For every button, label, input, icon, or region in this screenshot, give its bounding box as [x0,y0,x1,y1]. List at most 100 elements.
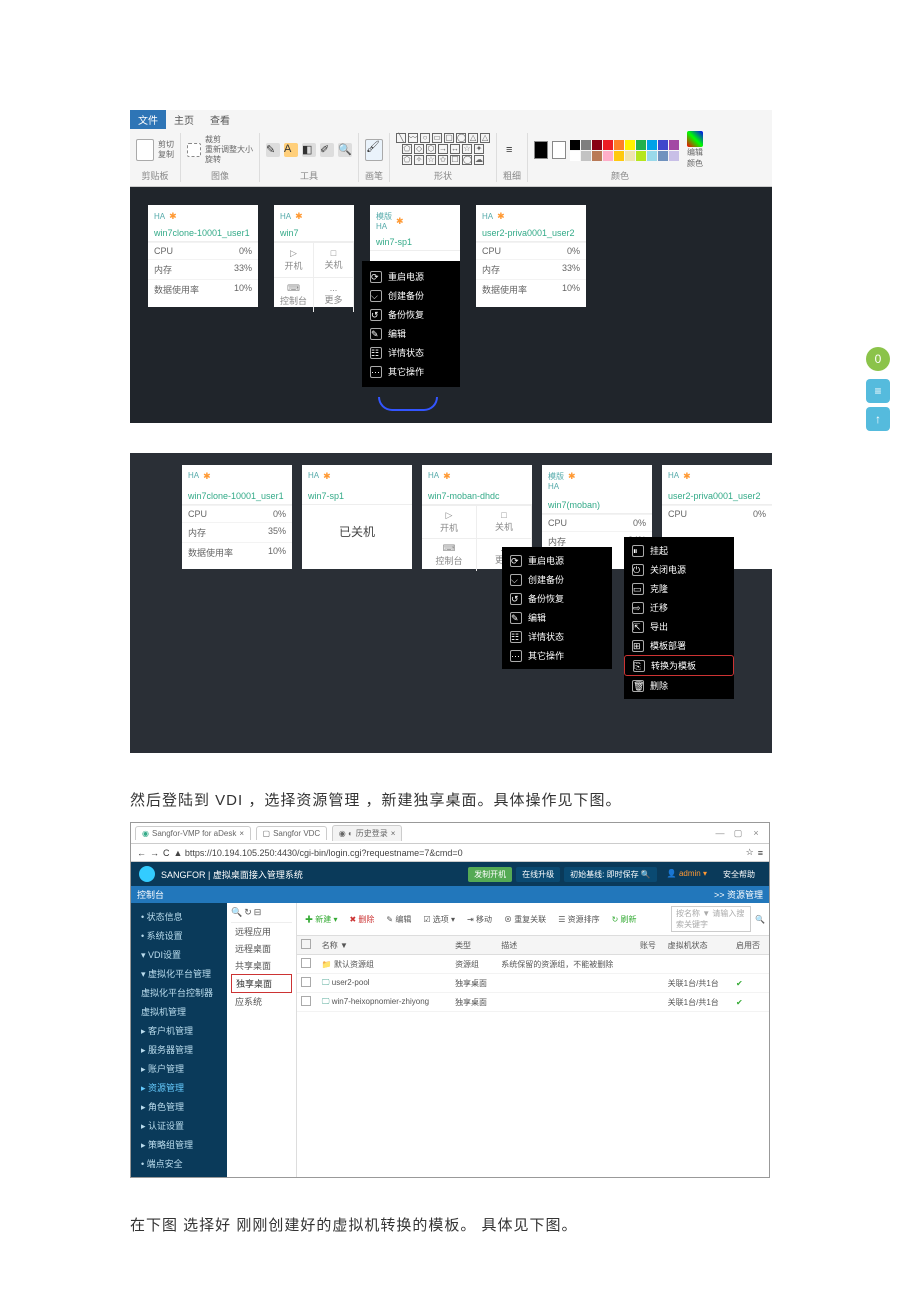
ctx-item[interactable]: 🗑删除 [624,676,734,695]
sidebar-item[interactable]: ▸ 资源管理 [131,1078,227,1097]
brand-btn-2[interactable]: 在线升级 [516,867,560,882]
swatch-grid[interactable] [570,140,680,161]
console-btn[interactable]: ⌨控制台 [274,277,314,312]
table-header[interactable]: 启用否 [732,936,769,955]
color-swatch[interactable] [603,151,613,161]
tree-btn-2[interactable]: ⊟ [254,907,262,918]
table-header[interactable]: 类型 [451,936,497,955]
brand-btn-1[interactable]: 发制开机 [468,867,512,882]
poweron-btn[interactable]: ▷开机 [274,242,314,277]
fab-list-icon[interactable]: ≡ [866,379,890,403]
fwd-icon[interactable]: → [150,848,159,858]
color-swatch[interactable] [592,140,602,150]
color1[interactable] [534,141,548,159]
tb-edit[interactable]: ✎ 编辑 [382,913,415,926]
window-buttons[interactable]: —▢× [711,828,765,839]
thickness-icon[interactable]: ≡ [506,144,518,156]
color-swatch[interactable] [592,151,602,161]
vm-card[interactable]: HA✱win7clone-10001_user1CPU0%内存35%数据使用率1… [182,465,292,569]
color-swatch[interactable] [614,151,624,161]
sidebar-item[interactable]: • 状态信息 [131,907,227,926]
table-header[interactable]: 描述 [497,936,636,955]
tree-search-icon[interactable]: 🔍 [231,907,242,918]
tb-sort[interactable]: ☰ 资源排序 [554,913,603,926]
browser-tab-2[interactable]: ▢Sangfor VDC [256,826,328,840]
table-header[interactable] [297,936,318,955]
sidebar-item[interactable]: ▸ 策略组管理 [131,1135,227,1154]
tb-new[interactable]: ✚ 新建 ▾ [301,913,341,926]
ctx-item[interactable]: ⎘转换为模板 [624,655,734,676]
brush-icon[interactable]: 🖌 [365,139,383,161]
color-swatch[interactable] [614,140,624,150]
sidebar-item[interactable]: ▸ 客户机管理 [131,1021,227,1040]
vm-card-2[interactable]: HA✱ win7 ▷开机 □关机 ⌨控制台 ...更多 [274,205,354,307]
table-row[interactable]: 🖵 win7-heixopnomier-zhiyong独享桌面关联1台/共1台✔ [297,993,769,1012]
vm-card-1[interactable]: HA✱ win7clone-10001_user1 CPU0% 内存33% 数据… [148,205,258,307]
magnify-icon[interactable]: 🔍 [338,143,352,157]
tree-item-selected[interactable]: 独享桌面 [231,974,292,993]
tb-del[interactable]: ✖ 删除 [345,913,378,926]
ctx-item[interactable]: ⌵创建备份 [362,286,460,305]
eraser-icon[interactable]: ◧ [302,143,316,157]
ctx-item[interactable]: ⌵创建备份 [502,570,612,589]
pencil-icon[interactable]: ✎ [266,143,280,157]
tab-home[interactable]: 主页 [166,110,202,129]
ctx-item[interactable]: ⏻关闭电源 [624,560,734,579]
color-swatch[interactable] [581,151,591,161]
sidebar-item[interactable]: 虚拟机管理 [131,1002,227,1021]
table-header[interactable]: 虚拟机状态 [664,936,732,955]
tb-search[interactable]: 按名称 ▼ 请输入搜索关键字 [671,906,751,932]
fill-icon[interactable]: A [284,143,298,157]
brand-btn-help[interactable]: 安全帮助 [717,867,761,882]
color-swatch[interactable] [658,151,668,161]
color-swatch[interactable] [581,140,591,150]
color-swatch[interactable] [625,140,635,150]
reload-icon[interactable]: C [163,848,170,858]
ctx-item[interactable]: ↺备份恢复 [362,305,460,324]
tree-item[interactable]: 远程桌面 [231,940,292,957]
url-field[interactable]: ▲ bttps://10.194.105.250:4430/cgi-bin/lo… [174,848,742,858]
table-row[interactable]: 🖵 user2-pool独享桌面关联1台/共1台✔ [297,974,769,993]
tb-opt[interactable]: ☑ 选项 ▾ [419,913,459,926]
back-icon[interactable]: ← [137,848,146,858]
color-swatch[interactable] [669,151,679,161]
brand-btn-admin[interactable]: 👤 admin ▾ [661,867,713,882]
tree-btn-1[interactable]: ↻ [244,907,252,918]
ctx-item[interactable]: ⟳重启电源 [502,551,612,570]
sidebar-item[interactable]: 虚拟化平台控制器 [131,983,227,1002]
ctx-item[interactable]: ⇱导出 [624,617,734,636]
ctx-item[interactable]: ⏸挂起 [624,541,734,560]
fab-up-icon[interactable]: ↑ [866,407,890,431]
tab-file[interactable]: 文件 [130,110,166,129]
select-icon[interactable] [187,143,201,157]
color2[interactable] [552,141,566,159]
vm-card[interactable]: HA✱win7-sp1已关机 [302,465,412,569]
color-swatch[interactable] [636,140,646,150]
resize-btn[interactable]: 重新调整大小 [205,145,253,155]
tab-view[interactable]: 查看 [202,110,238,129]
ctx-item[interactable]: ⋯其它操作 [502,646,612,665]
more-btn[interactable]: ...更多 [314,277,354,312]
sidebar-item[interactable]: • 端点安全 [131,1154,227,1173]
color-swatch[interactable] [570,151,580,161]
browser-tab-3[interactable]: ◉ ◐历史登录× [332,825,403,841]
ctx-item[interactable]: ⊞模板部署 [624,636,734,655]
ctx-item[interactable]: ⟳重启电源 [362,267,460,286]
crop-btn[interactable]: 裁剪 [205,135,253,145]
fab-badge[interactable]: 0 [866,347,890,371]
ctx-item[interactable]: ☷详情状态 [502,627,612,646]
tree-item[interactable]: 共享桌面 [231,957,292,974]
color-swatch[interactable] [636,151,646,161]
star-icon[interactable]: ☆ [746,847,754,858]
ctx-item[interactable]: ⇨迁移 [624,598,734,617]
sidebar-item[interactable]: ▸ 账户管理 [131,1059,227,1078]
vm-card-3[interactable]: 模版 HA✱ win7-sp1 [370,205,460,261]
color-swatch[interactable] [647,151,657,161]
ctx-item[interactable]: ✎编辑 [362,324,460,343]
ctx-item[interactable]: ⋯其它操作 [362,362,460,381]
tree-item[interactable]: 应系统 [231,993,292,1010]
sidebar-item[interactable]: ▾ VDI设置 [131,945,227,964]
tree-item[interactable]: 远程应用 [231,923,292,940]
ctx-item[interactable]: ☷详情状态 [362,343,460,362]
sidebar-item[interactable]: ▸ 服务器管理 [131,1040,227,1059]
